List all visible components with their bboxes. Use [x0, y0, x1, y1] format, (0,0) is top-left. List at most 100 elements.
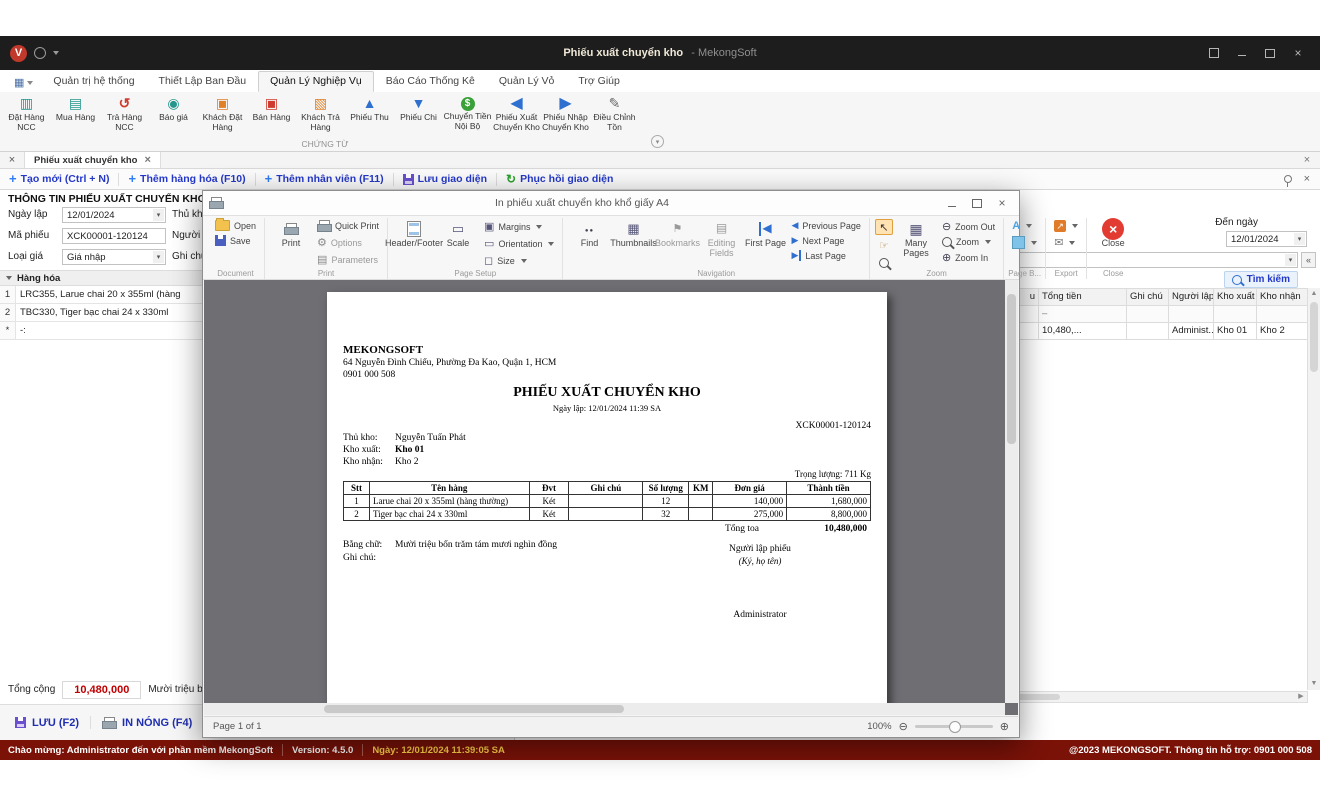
pin-icon[interactable]: [1284, 175, 1292, 183]
editing-fields-button[interactable]: Editing Fields: [700, 219, 742, 259]
save-button[interactable]: Save: [212, 234, 259, 247]
ribbon-button-phieu-xuat-chuyen-kho[interactable]: Phiếu Xuất Chuyển Kho: [492, 93, 541, 133]
to-date-picker[interactable]: 12/01/2024: [1226, 231, 1307, 247]
date-picker[interactable]: 12/01/2024: [62, 207, 166, 223]
hand-tool-button[interactable]: [875, 237, 893, 253]
dialog-close-button[interactable]: [991, 195, 1013, 212]
ribbon-button-khach-tra-hang[interactable]: Khách Trả Hàng: [296, 93, 345, 133]
next-page-button[interactable]: Next Page: [788, 234, 863, 247]
scale-button[interactable]: Scale: [437, 219, 479, 248]
scroll-down-icon[interactable]: [1308, 678, 1320, 690]
ribbon-button-ban-hang[interactable]: Bán Hàng: [247, 93, 296, 133]
fullscreen-button[interactable]: [1202, 44, 1226, 62]
scrollbar-thumb[interactable]: [1007, 294, 1016, 444]
quick-print-button[interactable]: Quick Print: [314, 219, 382, 233]
chevron-down-icon[interactable]: [1285, 254, 1296, 266]
chevron-down-icon[interactable]: [1294, 233, 1305, 245]
filter-cell[interactable]: [1127, 306, 1169, 322]
filter-cell[interactable]: [1257, 306, 1308, 322]
bookmarks-button[interactable]: Bookmarks: [656, 219, 698, 248]
restore-layout-button[interactable]: Phục hồi giao diện: [497, 172, 622, 186]
ribbon-button-dieu-chinh-ton[interactable]: Điều Chỉnh Tồn: [590, 93, 639, 133]
dialog-maximize-button[interactable]: [966, 195, 988, 212]
add-goods-button[interactable]: Thêm hàng hóa (F10): [119, 173, 254, 185]
zoom-out-button[interactable]: [899, 720, 908, 733]
column-header-kho-xuat[interactable]: Kho xuất: [1214, 289, 1257, 305]
preview-surface[interactable]: MEKONGSOFT 64 Nguyễn Đình Chiểu, Phường …: [204, 280, 1018, 715]
watermark-button[interactable]: [1009, 219, 1040, 233]
ribbon-tab-thiet-lap-ban-dau[interactable]: Thiết Lập Ban Đầu: [147, 71, 259, 92]
add-employee-button[interactable]: Thêm nhân viên (F11): [256, 173, 393, 185]
parameters-button[interactable]: Parameters: [314, 252, 382, 267]
scrollbar-thumb[interactable]: [324, 705, 624, 713]
ribbon-button-dat-hang-ncc[interactable]: Đặt Hàng NCC: [2, 93, 51, 133]
filter-cell[interactable]: –: [1039, 306, 1127, 322]
open-button[interactable]: Open: [212, 219, 259, 232]
ribbon-button-tra-hang-ncc[interactable]: Trả Hàng NCC: [100, 93, 149, 133]
vertical-scrollbar[interactable]: [1307, 288, 1320, 690]
preview-vertical-scrollbar[interactable]: [1005, 280, 1018, 703]
ribbon-button-phieu-nhap-chuyen-kho[interactable]: Phiếu Nhập Chuyển Kho: [541, 93, 590, 133]
send-email-button[interactable]: [1051, 235, 1081, 250]
hot-print-button[interactable]: IN NÓNG (F4): [93, 712, 201, 734]
export-document-button[interactable]: [1051, 219, 1081, 233]
close-preview-button[interactable]: Close: [1092, 219, 1134, 248]
column-header-nguoi-lap[interactable]: Người lập: [1169, 289, 1214, 305]
thumbnails-button[interactable]: Thumbnails: [612, 219, 654, 248]
print-button[interactable]: Print: [270, 219, 312, 248]
column-header-ghi-chu[interactable]: Ghi chú: [1127, 289, 1169, 305]
ribbon-button-chuyen-tien-noi-bo[interactable]: Chuyển Tiền Nội Bộ: [443, 93, 492, 133]
ribbon-button-bao-gia[interactable]: Báo giá: [149, 93, 198, 133]
previous-page-button[interactable]: Previous Page: [788, 219, 863, 232]
zoom-in-button[interactable]: Zoom In: [939, 250, 998, 265]
quick-access-dropdown-icon[interactable]: [53, 51, 59, 55]
close-button[interactable]: [1286, 44, 1310, 62]
ribbon-tab-quan-ly-nghiep-vu[interactable]: Quản Lý Nghiệp Vụ: [258, 71, 374, 92]
column-header-kho-nhan[interactable]: Kho nhận: [1257, 289, 1308, 305]
column-header-tong-tien[interactable]: Tổng tiền: [1039, 289, 1127, 305]
tab-close-icon[interactable]: [144, 154, 150, 166]
find-button[interactable]: Find: [568, 219, 610, 248]
panel-close-icon[interactable]: [1304, 173, 1310, 185]
filter-cell[interactable]: [1214, 306, 1257, 322]
first-page-button[interactable]: First Page: [744, 219, 786, 248]
quick-access-circle-icon[interactable]: [34, 47, 46, 59]
zoom-in-button[interactable]: [1000, 720, 1009, 733]
ribbon-tab-quan-tri-he-thong[interactable]: Quản trị hệ thống: [41, 71, 146, 92]
page-color-button[interactable]: [1009, 235, 1040, 250]
ribbon-button-phieu-thu[interactable]: Phiếu Thu: [345, 93, 394, 133]
code-input[interactable]: XCK00001-120124: [62, 228, 166, 244]
scroll-right-icon[interactable]: [1295, 692, 1307, 702]
tabstrip-close-button[interactable]: [0, 152, 25, 168]
last-page-button[interactable]: Last Page: [788, 249, 863, 262]
price-type-select[interactable]: Giá nhập: [62, 249, 166, 265]
header-footer-button[interactable]: Header/Footer: [393, 219, 435, 248]
maximize-button[interactable]: [1258, 44, 1282, 62]
ribbon-dialog-launcher[interactable]: [651, 135, 664, 148]
scroll-up-icon[interactable]: [1308, 288, 1320, 300]
pointer-tool-button[interactable]: [875, 219, 893, 235]
ribbon-button-phieu-chi[interactable]: Phiếu Chi: [394, 93, 443, 133]
options-button[interactable]: Options: [314, 235, 382, 250]
zoom-out-button[interactable]: Zoom Out: [939, 219, 998, 234]
minimize-button[interactable]: [1230, 44, 1254, 62]
ribbon-button-mua-hang[interactable]: Mua Hàng: [51, 93, 100, 133]
search-button[interactable]: Tìm kiếm: [1224, 271, 1298, 288]
save-layout-button[interactable]: Lưu giao diện: [394, 173, 496, 185]
collapse-panel-button[interactable]: [1301, 252, 1316, 268]
save-button[interactable]: LƯU (F2): [6, 712, 88, 734]
new-button[interactable]: Tạo mới (Ctrl + N): [0, 173, 118, 185]
zoom-button[interactable]: Zoom: [939, 236, 998, 248]
size-button[interactable]: Size: [481, 253, 557, 268]
ribbon-tab-bao-cao-thong-ke[interactable]: Báo Cáo Thống Kê: [374, 71, 487, 92]
tab-phieu-xuat-chuyen-kho[interactable]: Phiếu xuất chuyển kho: [25, 152, 161, 168]
chevron-down-icon[interactable]: [153, 209, 164, 221]
chevron-down-icon[interactable]: [153, 251, 164, 263]
filter-cell[interactable]: [1169, 306, 1214, 322]
ribbon-tab-quan-ly-vo[interactable]: Quản Lý Vỏ: [487, 71, 566, 92]
ribbon-button-khach-dat-hang[interactable]: Khách Đặt Hàng: [198, 93, 247, 133]
dialog-minimize-button[interactable]: [941, 195, 963, 212]
ribbon-tab-tro-giup[interactable]: Trợ Giúp: [566, 71, 632, 92]
tabstrip-right-close-button[interactable]: [1294, 152, 1320, 168]
ribbon-gallery-button[interactable]: ▦: [6, 73, 41, 92]
